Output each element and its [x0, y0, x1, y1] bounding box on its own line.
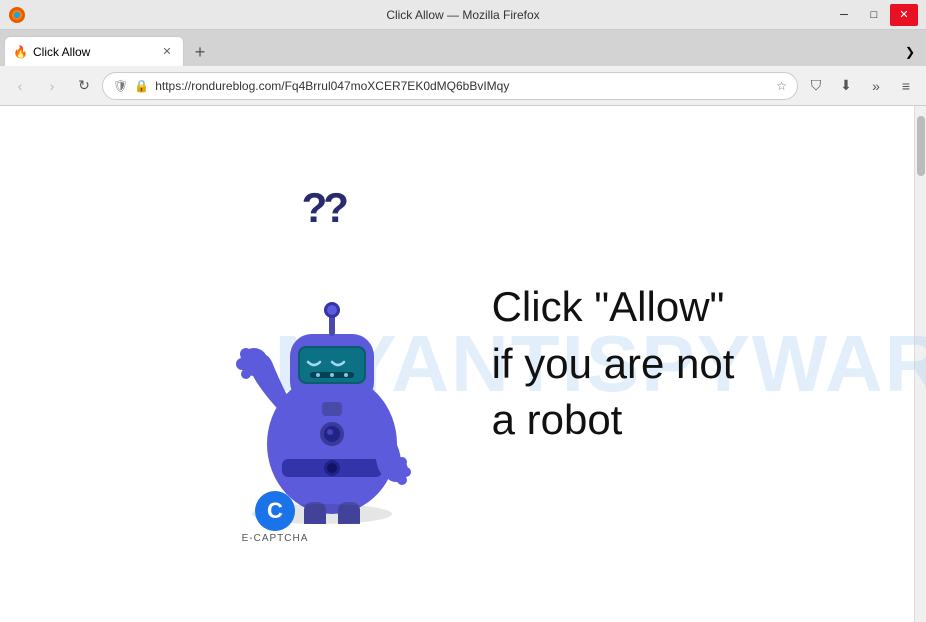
tab-favicon: 🔥	[13, 45, 27, 59]
url-text: https://rondureblog.com/Fq4Brrul047moXCE…	[155, 79, 770, 93]
titlebar: Click Allow — Mozilla Firefox ─ □ ✕	[0, 0, 926, 30]
shield-icon: 🛡	[113, 79, 128, 93]
page-layout: ??	[0, 106, 926, 622]
download-button[interactable]: ⬇	[832, 72, 860, 100]
page-content-area: MYANTISPYWARE.COM ??	[0, 106, 926, 622]
captcha-logo: C	[255, 491, 295, 531]
tab-label: Click Allow	[33, 45, 153, 59]
lock-icon: 🔒	[134, 79, 149, 93]
captcha-label: E-CAPTCHA	[242, 533, 309, 544]
titlebar-title: Click Allow — Mozilla Firefox	[386, 8, 539, 22]
close-button[interactable]: ✕	[890, 4, 918, 26]
robot-illustration	[222, 224, 442, 524]
star-icon[interactable]: ☆	[776, 79, 787, 93]
captcha-area: C E-CAPTCHA	[242, 491, 309, 544]
tab-close-button[interactable]: ✕	[159, 44, 175, 60]
new-tab-button[interactable]: +	[186, 38, 214, 66]
address-bar[interactable]: 🛡 🔒 https://rondureblog.com/Fq4Brrul047m…	[102, 72, 798, 100]
message-line2: if you are not	[492, 340, 735, 387]
reload-button[interactable]: ↻	[70, 72, 98, 100]
message-line1: Click "Allow"	[492, 283, 725, 330]
more-tools-button[interactable]: »	[862, 72, 890, 100]
firefox-icon	[8, 6, 26, 24]
active-tab[interactable]: 🔥 Click Allow ✕	[4, 36, 184, 66]
main-message: Click "Allow" if you are not a robot	[492, 279, 735, 449]
maximize-button[interactable]: □	[860, 4, 888, 26]
titlebar-left	[8, 6, 26, 24]
navbar: ‹ › ↻ 🛡 🔒 https://rondureblog.com/Fq4Brr…	[0, 66, 926, 106]
forward-button[interactable]: ›	[38, 72, 66, 100]
back-button[interactable]: ‹	[6, 72, 34, 100]
navbar-right: ⛉ ⬇ » ≡	[802, 72, 920, 100]
address-icons: ☆	[776, 79, 787, 93]
tab-list-button[interactable]: ❯	[898, 38, 922, 66]
message-line3: a robot	[492, 396, 623, 443]
robot-container: ??	[192, 174, 472, 554]
shield2-button[interactable]: ⛉	[802, 72, 830, 100]
tabbar: 🔥 Click Allow ✕ + ❯	[0, 30, 926, 66]
menu-button[interactable]: ≡	[892, 72, 920, 100]
titlebar-buttons: ─ □ ✕	[830, 4, 918, 26]
minimize-button[interactable]: ─	[830, 4, 858, 26]
